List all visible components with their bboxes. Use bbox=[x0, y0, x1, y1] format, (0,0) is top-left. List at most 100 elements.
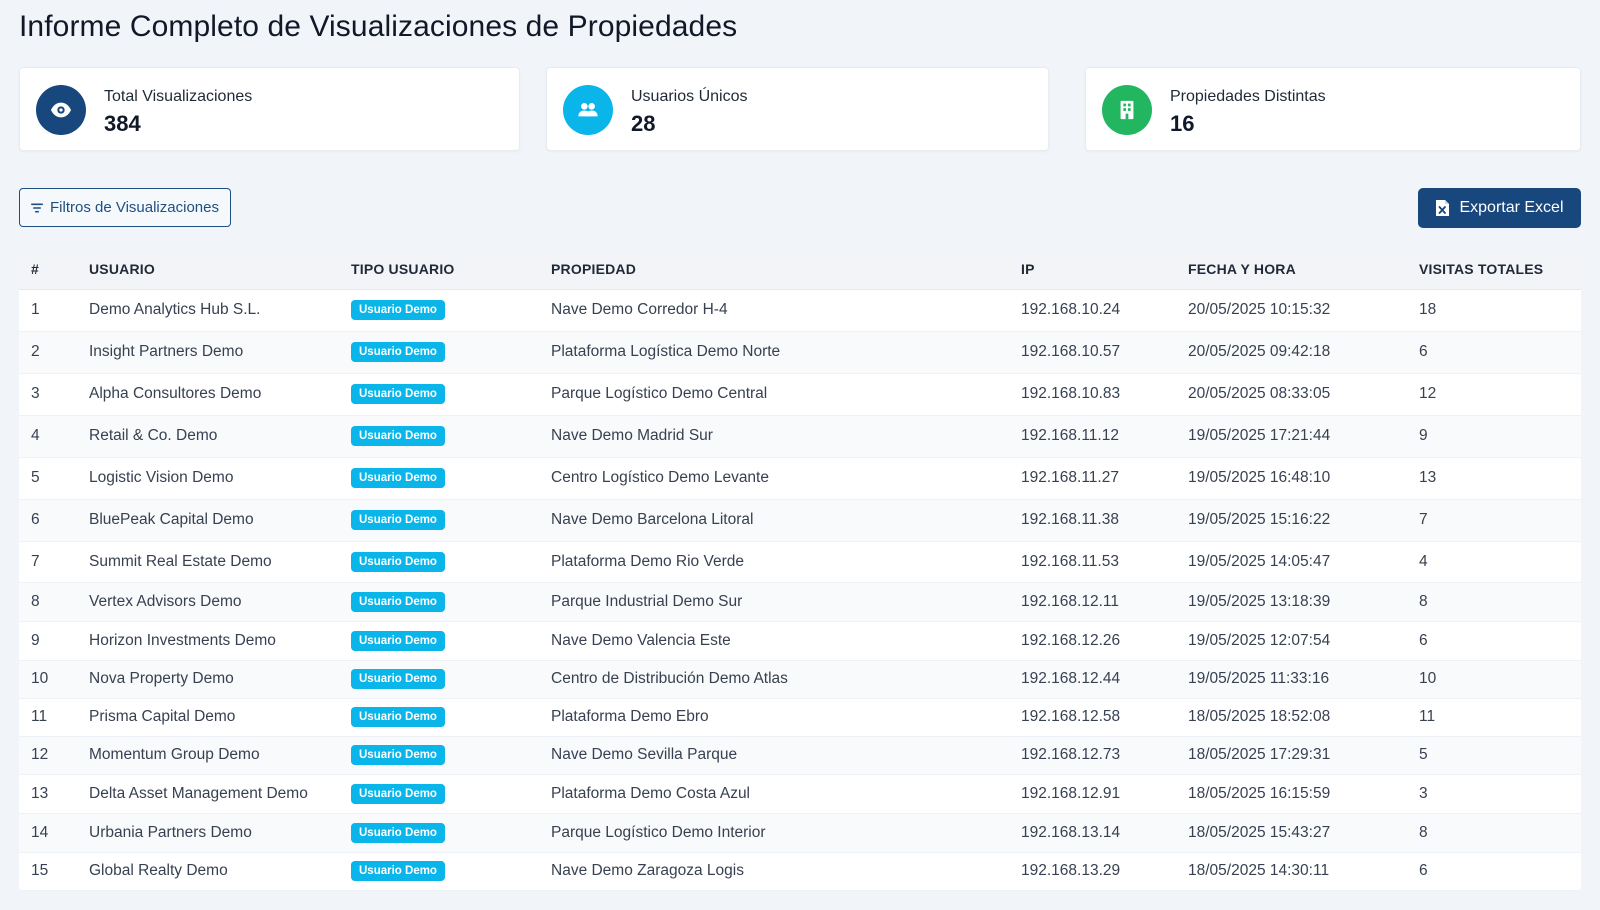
row-user-cell: Vertex Advisors Demo bbox=[77, 582, 339, 622]
row-ip-cell: 192.168.10.83 bbox=[1009, 373, 1176, 416]
row-index-cell: 5 bbox=[19, 457, 77, 500]
row-datetime-cell: 19/05/2025 12:07:54 bbox=[1176, 621, 1407, 661]
stat-card-total-views: Total Visualizaciones 384 bbox=[19, 67, 520, 151]
stat-value: 16 bbox=[1170, 111, 1195, 136]
row-property-cell: Parque Logístico Demo Central bbox=[539, 373, 1009, 416]
stat-value: 28 bbox=[631, 111, 656, 136]
row-property-cell: Parque Logístico Demo Interior bbox=[539, 813, 1009, 853]
stat-icon-circle bbox=[36, 85, 86, 135]
row-user-type-cell: Usuario Demo bbox=[339, 499, 539, 542]
row-user-type-cell: Usuario Demo bbox=[339, 582, 539, 622]
table-row[interactable]: 6 BluePeak Capital Demo Usuario Demo Nave D… bbox=[19, 499, 1581, 542]
table-row[interactable]: 8 Vertex Advisors Demo Usuario Demo Parque … bbox=[19, 582, 1581, 622]
row-ip-cell: 192.168.13.29 bbox=[1009, 852, 1176, 891]
export-excel-button[interactable]: Exportar Excel bbox=[1418, 188, 1581, 228]
row-datetime-cell: 19/05/2025 16:48:10 bbox=[1176, 457, 1407, 500]
column-header-property[interactable]: PROPIEDAD bbox=[539, 249, 1009, 290]
table-row[interactable]: 11 Prisma Capital Demo Usuario Demo Platafo… bbox=[19, 698, 1581, 737]
row-user-type-cell: Usuario Demo bbox=[339, 852, 539, 891]
table-row[interactable]: 13 Delta Asset Management Demo Usuario Dem… bbox=[19, 774, 1581, 814]
stat-label: Propiedades Distintas bbox=[1170, 88, 1326, 105]
table-row[interactable]: 4 Retail & Co. Demo Usuario Demo Nave Demo … bbox=[19, 415, 1581, 458]
user-type-badge: Usuario Demo bbox=[351, 707, 445, 727]
row-total-visits-cell: 3 bbox=[1407, 774, 1581, 814]
row-datetime-cell: 19/05/2025 13:18:39 bbox=[1176, 582, 1407, 622]
table-row[interactable]: 2 Insight Partners Demo Usuario Demo Plataf… bbox=[19, 331, 1581, 374]
row-user-type-cell: Usuario Demo bbox=[339, 373, 539, 416]
row-ip-cell: 192.168.13.14 bbox=[1009, 813, 1176, 853]
user-type-badge: Usuario Demo bbox=[351, 669, 445, 689]
row-index-cell: 1 bbox=[19, 289, 77, 332]
column-header-index[interactable]: # bbox=[19, 249, 77, 290]
export-label: Exportar Excel bbox=[1459, 199, 1564, 216]
row-datetime-cell: 18/05/2025 14:30:11 bbox=[1176, 852, 1407, 891]
user-type-badge: Usuario Demo bbox=[351, 745, 445, 765]
table-row[interactable]: 15 Global Realty Demo Usuario Demo Nave Dem… bbox=[19, 852, 1581, 891]
user-type-badge: Usuario Demo bbox=[351, 510, 445, 530]
row-user-cell: Demo Analytics Hub S.L. bbox=[77, 289, 339, 332]
row-index-cell: 6 bbox=[19, 499, 77, 542]
row-datetime-cell: 19/05/2025 17:21:44 bbox=[1176, 415, 1407, 458]
row-datetime-cell: 19/05/2025 11:33:16 bbox=[1176, 660, 1407, 699]
column-header-user-type[interactable]: TIPO USUARIO bbox=[339, 249, 539, 290]
user-type-badge: Usuario Demo bbox=[351, 384, 445, 404]
row-user-cell: Alpha Consultores Demo bbox=[77, 373, 339, 416]
row-index-cell: 12 bbox=[19, 736, 77, 775]
row-index-cell: 15 bbox=[19, 852, 77, 891]
column-header-datetime[interactable]: FECHA Y HORA bbox=[1176, 249, 1407, 290]
row-total-visits-cell: 5 bbox=[1407, 736, 1581, 775]
views-table: # USUARIO TIPO USUARIO PROPIEDAD IP FECH… bbox=[19, 249, 1581, 891]
stat-label: Total Visualizaciones bbox=[104, 88, 253, 105]
row-ip-cell: 192.168.12.44 bbox=[1009, 660, 1176, 699]
row-total-visits-cell: 4 bbox=[1407, 541, 1581, 583]
column-header-ip[interactable]: IP bbox=[1009, 249, 1176, 290]
filters-button[interactable]: Filtros de Visualizaciones bbox=[19, 188, 231, 227]
row-datetime-cell: 18/05/2025 17:29:31 bbox=[1176, 736, 1407, 775]
row-total-visits-cell: 10 bbox=[1407, 660, 1581, 699]
row-ip-cell: 192.168.12.73 bbox=[1009, 736, 1176, 775]
table-row[interactable]: 12 Momentum Group Demo Usuario Demo Nave De… bbox=[19, 736, 1581, 775]
column-header-user[interactable]: USUARIO bbox=[77, 249, 339, 290]
row-user-type-cell: Usuario Demo bbox=[339, 736, 539, 775]
table-row[interactable]: 3 Alpha Consultores Demo Usuario Demo Parqu… bbox=[19, 373, 1581, 416]
row-index-cell: 14 bbox=[19, 813, 77, 853]
row-datetime-cell: 19/05/2025 15:16:22 bbox=[1176, 499, 1407, 542]
row-user-type-cell: Usuario Demo bbox=[339, 698, 539, 737]
table-row[interactable]: 5 Logistic Vision Demo Usuario Demo Centro … bbox=[19, 457, 1581, 500]
row-datetime-cell: 19/05/2025 14:05:47 bbox=[1176, 541, 1407, 583]
table-row[interactable]: 10 Nova Property Demo Usuario Demo Centro d… bbox=[19, 660, 1581, 699]
user-type-badge: Usuario Demo bbox=[351, 468, 445, 488]
row-user-type-cell: Usuario Demo bbox=[339, 541, 539, 583]
row-ip-cell: 192.168.11.12 bbox=[1009, 415, 1176, 458]
table-body: 1 Demo Analytics Hub S.L. Usuario Demo Nave… bbox=[19, 289, 1581, 891]
filters-label: Filtros de Visualizaciones bbox=[50, 199, 219, 216]
users-icon bbox=[578, 103, 598, 117]
row-user-cell: Retail & Co. Demo bbox=[77, 415, 339, 458]
row-user-cell: Logistic Vision Demo bbox=[77, 457, 339, 500]
row-index-cell: 11 bbox=[19, 698, 77, 737]
building-icon bbox=[1120, 100, 1134, 120]
row-total-visits-cell: 13 bbox=[1407, 457, 1581, 500]
row-property-cell: Plataforma Demo Costa Azul bbox=[539, 774, 1009, 814]
row-datetime-cell: 18/05/2025 18:52:08 bbox=[1176, 698, 1407, 737]
stat-value: 384 bbox=[104, 111, 141, 136]
user-type-badge: Usuario Demo bbox=[351, 822, 445, 843]
user-type-badge: Usuario Demo bbox=[351, 300, 445, 320]
table-row[interactable]: 14 Urbania Partners Demo Usuario Demo Parqu… bbox=[19, 813, 1581, 853]
row-user-type-cell: Usuario Demo bbox=[339, 660, 539, 699]
user-type-badge: Usuario Demo bbox=[351, 342, 445, 362]
row-user-cell: Delta Asset Management Demo bbox=[77, 774, 339, 814]
table-row[interactable]: 9 Horizon Investments Demo Usuario Demo Nav… bbox=[19, 621, 1581, 661]
table-header-row: # USUARIO TIPO USUARIO PROPIEDAD IP FECH… bbox=[19, 249, 1581, 290]
row-property-cell: Plataforma Demo Ebro bbox=[539, 698, 1009, 737]
row-property-cell: Centro de Distribución Demo Atlas bbox=[539, 660, 1009, 699]
table-row[interactable]: 1 Demo Analytics Hub S.L. Usuario Demo Nave… bbox=[19, 289, 1581, 332]
column-header-total-visits[interactable]: VISITAS TOTALES bbox=[1407, 249, 1581, 290]
row-property-cell: Nave Demo Barcelona Litoral bbox=[539, 499, 1009, 542]
row-user-type-cell: Usuario Demo bbox=[339, 813, 539, 853]
table-row[interactable]: 7 Summit Real Estate Demo Usuario Demo Plat… bbox=[19, 541, 1581, 583]
row-user-type-cell: Usuario Demo bbox=[339, 415, 539, 458]
row-user-type-cell: Usuario Demo bbox=[339, 774, 539, 814]
row-index-cell: 13 bbox=[19, 774, 77, 814]
row-user-cell: Insight Partners Demo bbox=[77, 331, 339, 374]
